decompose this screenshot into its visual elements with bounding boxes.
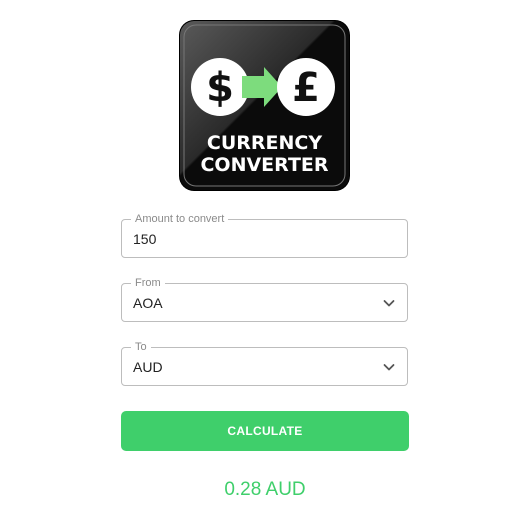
calculate-button[interactable]: CALCULATE: [121, 411, 409, 451]
chevron-down-icon[interactable]: [383, 297, 395, 309]
to-select[interactable]: To AUD: [121, 341, 408, 386]
from-label: From: [131, 277, 165, 289]
pound-symbol: £: [292, 65, 320, 111]
to-label: To: [131, 341, 151, 353]
to-value: AUD: [133, 359, 163, 375]
amount-input[interactable]: [133, 231, 373, 247]
amount-label: Amount to convert: [131, 213, 229, 225]
chevron-down-icon[interactable]: [383, 361, 395, 373]
from-value: AOA: [133, 295, 163, 311]
amount-field[interactable]: Amount to convert: [121, 213, 408, 258]
conversion-result: 0.28 AUD: [224, 479, 306, 500]
logo-line2: CONVERTER: [200, 154, 328, 176]
dollar-symbol: $: [206, 65, 234, 111]
logo-line1: CURRENCY: [207, 132, 322, 154]
logo-graphic: $ £ CURRENCY CONVERTER: [180, 21, 349, 190]
from-select[interactable]: From AOA: [121, 277, 408, 322]
currency-converter-logo: $ £ CURRENCY CONVERTER: [180, 21, 349, 190]
currency-converter-page: $ £ CURRENCY CONVERTER Amount to convert…: [0, 0, 525, 530]
